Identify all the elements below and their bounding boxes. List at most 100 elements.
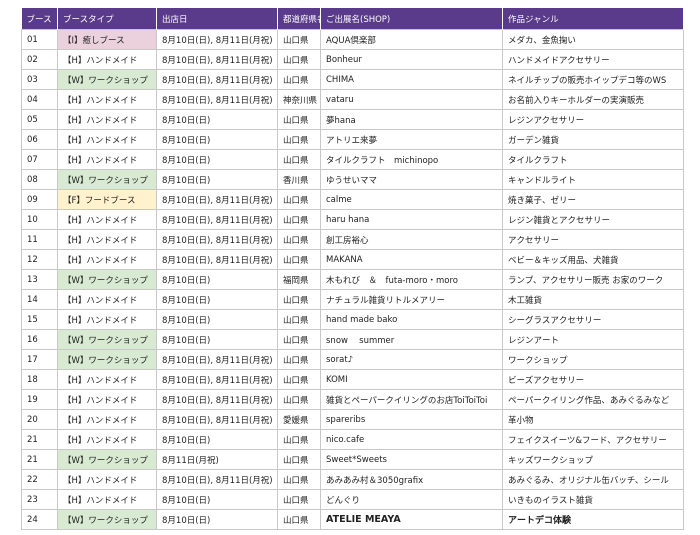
prefecture-cell: 山口県	[277, 129, 321, 150]
date-cell: 8月10日(日)	[156, 129, 278, 150]
booth-type-cell: 【H】ハンドメイド	[57, 149, 157, 170]
booth-type-cell: 【H】ハンドメイド	[57, 469, 157, 490]
shop-name-cell: タイルクラフト michinopo	[320, 149, 503, 170]
booth-type-cell: 【H】ハンドメイド	[57, 109, 157, 130]
date-cell: 8月10日(日)	[156, 309, 278, 330]
header-date: 出店日	[156, 8, 278, 30]
date-cell: 8月10日(日), 8月11日(月祝)	[156, 369, 278, 390]
header-shop: ご出展名(SHOP)	[320, 8, 503, 30]
booth-number-cell: 11	[21, 229, 58, 250]
booth-type-cell: 【H】ハンドメイド	[57, 209, 157, 230]
booth-number-cell: 01	[21, 29, 58, 50]
genre-cell: ペーパークイリング作品、あみぐるみなど	[502, 389, 684, 410]
booth-type-cell: 【H】ハンドメイド	[57, 129, 157, 150]
genre-cell: ガーデン雑貨	[502, 129, 684, 150]
shop-name-cell: 木もれび ＆ futa-moro・moro	[320, 269, 503, 290]
genre-cell: ビーズアクセサリー	[502, 369, 684, 390]
date-cell: 8月10日(日)	[156, 509, 278, 530]
table-row: 21 【H】ハンドメイド 8月10日(日) 山口県 nico.cafe フェイクスイーツ&…	[21, 429, 684, 450]
date-cell: 8月10日(日), 8月11日(月祝)	[156, 189, 278, 210]
prefecture-cell: 山口県	[277, 369, 321, 390]
genre-cell: アートデコ体験	[502, 509, 684, 530]
genre-cell: シーグラスアクセサリー	[502, 309, 684, 330]
table-row: 19 【H】ハンドメイド 8月10日(日), 8月11日(月祝) 山口県 雑貨とペーパー…	[21, 389, 684, 410]
table-row: 09 【F】フードブース 8月10日(日), 8月11日(月祝) 山口県 calme 焼き…	[21, 189, 684, 210]
date-cell: 8月10日(日), 8月11日(月祝)	[156, 409, 278, 430]
genre-cell: あみぐるみ、オリジナル缶バッチ、シール	[502, 469, 684, 490]
prefecture-cell: 山口県	[277, 69, 321, 90]
date-cell: 8月10日(日)	[156, 109, 278, 130]
prefecture-cell: 山口県	[277, 309, 321, 330]
date-cell: 8月10日(日)	[156, 489, 278, 510]
prefecture-cell: 山口県	[277, 489, 321, 510]
booth-number-cell: 21	[21, 429, 58, 450]
prefecture-cell: 愛媛県	[277, 409, 321, 430]
booth-number-cell: 06	[21, 129, 58, 150]
genre-cell: キッズワークショップ	[502, 449, 684, 470]
booth-type-cell: 【W】ワークショップ	[57, 69, 157, 90]
genre-cell: いきものイラスト雑貨	[502, 489, 684, 510]
table-row: 23 【H】ハンドメイド 8月10日(日) 山口県 どんぐり いきものイラスト雑貨	[21, 489, 684, 510]
booth-type-cell: 【H】ハンドメイド	[57, 489, 157, 510]
table-row: 24 【W】ワークショップ 8月10日(日) 山口県 ATELIE MEAYA アートデコ…	[21, 509, 684, 530]
prefecture-cell: 山口県	[277, 329, 321, 350]
page: { "headers": ["ブース", "ブースタイプ", "出店日", "都…	[0, 0, 700, 535]
shop-name-cell: 夢hana	[320, 109, 503, 130]
table-row: 22 【H】ハンドメイド 8月10日(日), 8月11日(月祝) 山口県 あみあみ村＆3…	[21, 469, 684, 490]
table-row: 12 【H】ハンドメイド 8月10日(日), 8月11日(月祝) 山口県 MAKANA ベ…	[21, 249, 684, 270]
date-cell: 8月11日(月祝)	[156, 449, 278, 470]
booth-type-cell: 【W】ワークショップ	[57, 349, 157, 370]
genre-cell: アクセサリー	[502, 229, 684, 250]
header-genre: 作品ジャンル	[502, 8, 684, 30]
genre-cell: キャンドルライト	[502, 169, 684, 190]
genre-cell: フェイクスイーツ&フード、アクセサリー	[502, 429, 684, 450]
booth-type-cell: 【H】ハンドメイド	[57, 229, 157, 250]
header-row: ブース ブースタイプ 出店日 都道府県名 ご出展名(SHOP) 作品ジャンル	[21, 8, 684, 30]
booth-type-cell: 【F】フードブース	[57, 189, 157, 210]
date-cell: 8月10日(日), 8月11日(月祝)	[156, 229, 278, 250]
booth-type-cell: 【W】ワークショップ	[57, 509, 157, 530]
booth-type-cell: 【H】ハンドメイド	[57, 369, 157, 390]
table-row: 15 【H】ハンドメイド 8月10日(日) 山口県 hand made bako シーグラ…	[21, 309, 684, 330]
date-cell: 8月10日(日)	[156, 329, 278, 350]
header-prefecture: 都道府県名	[277, 8, 321, 30]
booth-number-cell: 22	[21, 469, 58, 490]
date-cell: 8月10日(日)	[156, 429, 278, 450]
prefecture-cell: 山口県	[277, 449, 321, 470]
booth-number-cell: 17	[21, 349, 58, 370]
genre-cell: ワークショップ	[502, 349, 684, 370]
genre-cell: ネイルチップの販売ホイップデコ等のWS	[502, 69, 684, 90]
prefecture-cell: 山口県	[277, 229, 321, 250]
prefecture-cell: 福岡県	[277, 269, 321, 290]
table-row: 20 【H】ハンドメイド 8月10日(日), 8月11日(月祝) 愛媛県 spareri…	[21, 409, 684, 430]
table-row: 16 【W】ワークショップ 8月10日(日) 山口県 snow summer レジンアート	[21, 329, 684, 350]
table-row: 03 【W】ワークショップ 8月10日(日), 8月11日(月祝) 山口県 CHIMA ネ…	[21, 69, 684, 90]
genre-cell: レジンアート	[502, 329, 684, 350]
prefecture-cell: 山口県	[277, 29, 321, 50]
shop-name-cell: AQUA倶楽部	[320, 29, 503, 50]
booth-number-cell: 16	[21, 329, 58, 350]
date-cell: 8月10日(日), 8月11日(月祝)	[156, 69, 278, 90]
shop-name-cell: MAKANA	[320, 249, 503, 270]
table-row: 08 【W】ワークショップ 8月10日(日) 香川県 ゆうせいママ キャンドルライト	[21, 169, 684, 190]
table-row: 11 【H】ハンドメイド 8月10日(日), 8月11日(月祝) 山口県 創工房裕心 アク…	[21, 229, 684, 250]
genre-cell: タイルクラフト	[502, 149, 684, 170]
date-cell: 8月10日(日), 8月11日(月祝)	[156, 469, 278, 490]
prefecture-cell: 山口県	[277, 49, 321, 70]
booth-type-cell: 【W】ワークショップ	[57, 449, 157, 470]
date-cell: 8月10日(日), 8月11日(月祝)	[156, 49, 278, 70]
shop-name-cell: haru hana	[320, 209, 503, 230]
booth-number-cell: 24	[21, 509, 58, 530]
shop-name-cell: あみあみ村＆3050grafix	[320, 469, 503, 490]
date-cell: 8月10日(日), 8月11日(月祝)	[156, 209, 278, 230]
date-cell: 8月10日(日), 8月11日(月祝)	[156, 249, 278, 270]
shop-name-cell: calme	[320, 189, 503, 210]
shop-name-cell: アトリエ来夢	[320, 129, 503, 150]
shop-name-cell: どんぐり	[320, 489, 503, 510]
booth-number-cell: 23	[21, 489, 58, 510]
genre-cell: レジン雑貨とアクセサリー	[502, 209, 684, 230]
date-cell: 8月10日(日), 8月11日(月祝)	[156, 89, 278, 110]
table-row: 10 【H】ハンドメイド 8月10日(日), 8月11日(月祝) 山口県 haru ha…	[21, 209, 684, 230]
table-row: 18 【H】ハンドメイド 8月10日(日), 8月11日(月祝) 山口県 KOMI ビーズ…	[21, 369, 684, 390]
genre-cell: レジンアクセサリー	[502, 109, 684, 130]
